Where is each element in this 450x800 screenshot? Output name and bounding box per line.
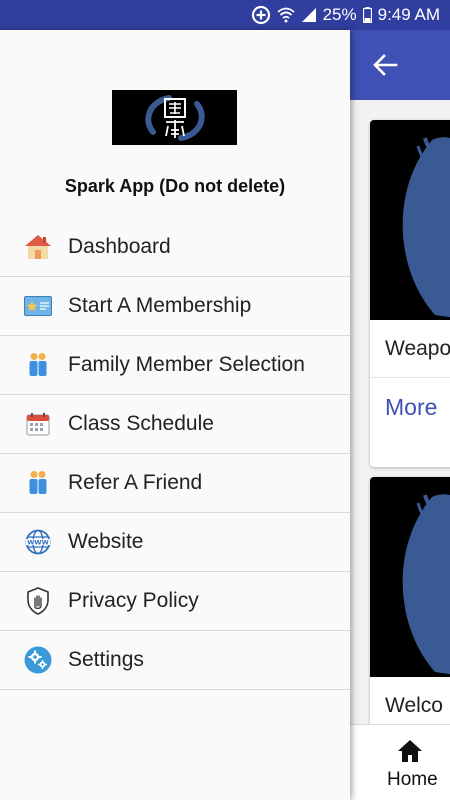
back-arrow-icon[interactable]	[372, 52, 398, 78]
globe-www-icon: WWW	[24, 528, 52, 556]
drawer-header: Spark App (Do not delete)	[0, 30, 350, 218]
clock: 9:49 AM	[377, 5, 440, 24]
card-title: Weapo	[370, 320, 450, 378]
navigation-drawer: Spark App (Do not delete) Dashboard Star…	[0, 30, 350, 800]
bottom-nav: Home	[350, 724, 450, 800]
menu-item-label: Website	[68, 530, 144, 553]
menu-item-start-membership[interactable]: Start A Membership	[0, 277, 350, 336]
menu-item-refer-a-friend[interactable]: Refer A Friend	[0, 454, 350, 513]
menu-item-class-schedule[interactable]: Class Schedule	[0, 395, 350, 454]
more-button[interactable]: More	[370, 378, 450, 436]
signal-icon	[301, 7, 317, 23]
menu-item-settings[interactable]: Settings	[0, 631, 350, 690]
menu-item-website[interactable]: WWW Website	[0, 513, 350, 572]
menu-item-label: Privacy Policy	[68, 589, 199, 612]
membership-card-icon	[24, 292, 52, 320]
shield-hand-icon	[24, 587, 52, 615]
card-image	[370, 477, 450, 677]
svg-text:WWW: WWW	[27, 538, 49, 546]
menu-item-label: Family Member Selection	[68, 353, 305, 376]
home-label: Home	[387, 769, 438, 790]
drawer-menu: Dashboard Start A Membership Family Memb…	[0, 218, 350, 690]
app-logo	[112, 90, 237, 145]
house-icon	[24, 233, 52, 261]
gears-icon	[24, 646, 52, 674]
people-icon	[24, 469, 52, 497]
calendar-icon	[24, 410, 52, 438]
home-icon	[398, 740, 422, 762]
people-icon	[24, 351, 52, 379]
battery-icon	[362, 7, 372, 23]
menu-item-label: Start A Membership	[68, 294, 252, 317]
menu-item-label: Class Schedule	[68, 412, 214, 435]
menu-item-label: Settings	[68, 648, 144, 671]
menu-item-privacy-policy[interactable]: Privacy Policy	[0, 572, 350, 631]
menu-item-dashboard[interactable]: Dashboard	[0, 218, 350, 277]
card-image	[370, 120, 450, 320]
content-card[interactable]: Weapo More	[370, 120, 450, 467]
app-name: Spark App (Do not delete)	[64, 176, 286, 196]
battery-percent: 25%	[322, 5, 357, 24]
menu-item-label: Dashboard	[68, 235, 171, 258]
status-bar: 25% 9:49 AM	[0, 0, 450, 30]
data-saver-icon	[251, 5, 271, 25]
menu-item-family-member-selection[interactable]: Family Member Selection	[0, 336, 350, 395]
wifi-icon	[277, 7, 295, 23]
menu-item-label: Refer A Friend	[68, 471, 203, 494]
